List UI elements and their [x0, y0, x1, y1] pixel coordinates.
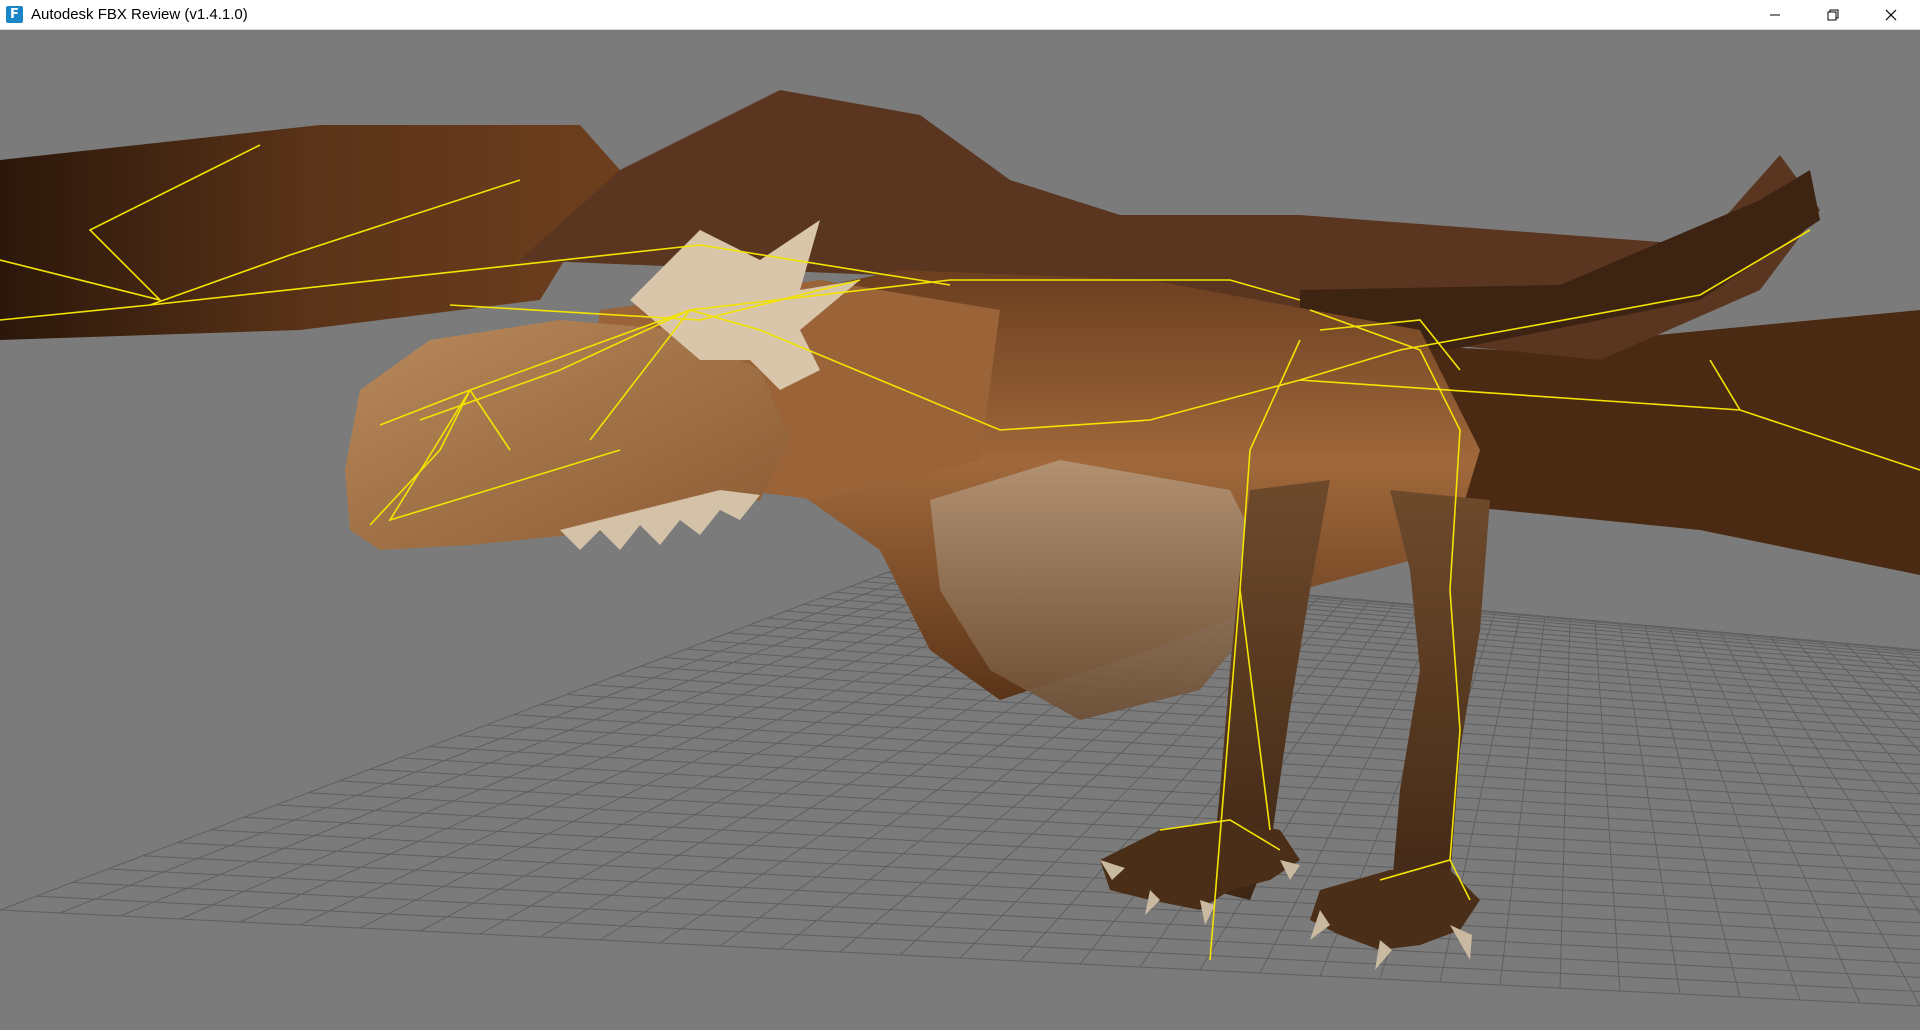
grid-line: [107, 868, 1920, 964]
grid-line: [210, 829, 1920, 924]
dragon-left-foot: [1100, 820, 1300, 910]
grid-line: [685, 648, 1920, 739]
app-window: F Autodesk FBX Review (v1.4.1.0): [0, 0, 1920, 1030]
window-title: Autodesk FBX Review (v1.4.1.0): [31, 6, 248, 23]
grid-line: [72, 881, 1920, 978]
grid-line: [728, 632, 1920, 723]
3d-viewport[interactable]: [0, 30, 1920, 1030]
window-controls: [1746, 0, 1920, 29]
grid-line: [1844, 642, 1920, 720]
fbx-app-icon: F: [6, 6, 23, 23]
grid-line: [1894, 647, 1920, 670]
grid-line: [458, 735, 1920, 827]
grid-line: [513, 714, 1920, 805]
title-bar[interactable]: F Autodesk FBX Review (v1.4.1.0): [0, 0, 1920, 30]
grid-line: [1559, 618, 1571, 989]
grid-line: [243, 816, 1920, 911]
grid-line: [1744, 633, 1920, 915]
grid-line: [119, 564, 971, 917]
grid-line: [239, 568, 1021, 923]
restore-button[interactable]: [1804, 0, 1862, 29]
minimize-icon: [1770, 14, 1780, 15]
close-button[interactable]: [1862, 0, 1920, 29]
grid-line: [1669, 627, 1801, 1001]
grid-line: [1819, 640, 1920, 753]
grid-line: [276, 804, 1920, 898]
minimize-button[interactable]: [1746, 0, 1804, 29]
close-icon: [1885, 9, 1897, 20]
restore-icon: [1827, 9, 1839, 20]
grid-line: [1644, 625, 1741, 998]
scene-canvas[interactable]: [0, 30, 1920, 1030]
